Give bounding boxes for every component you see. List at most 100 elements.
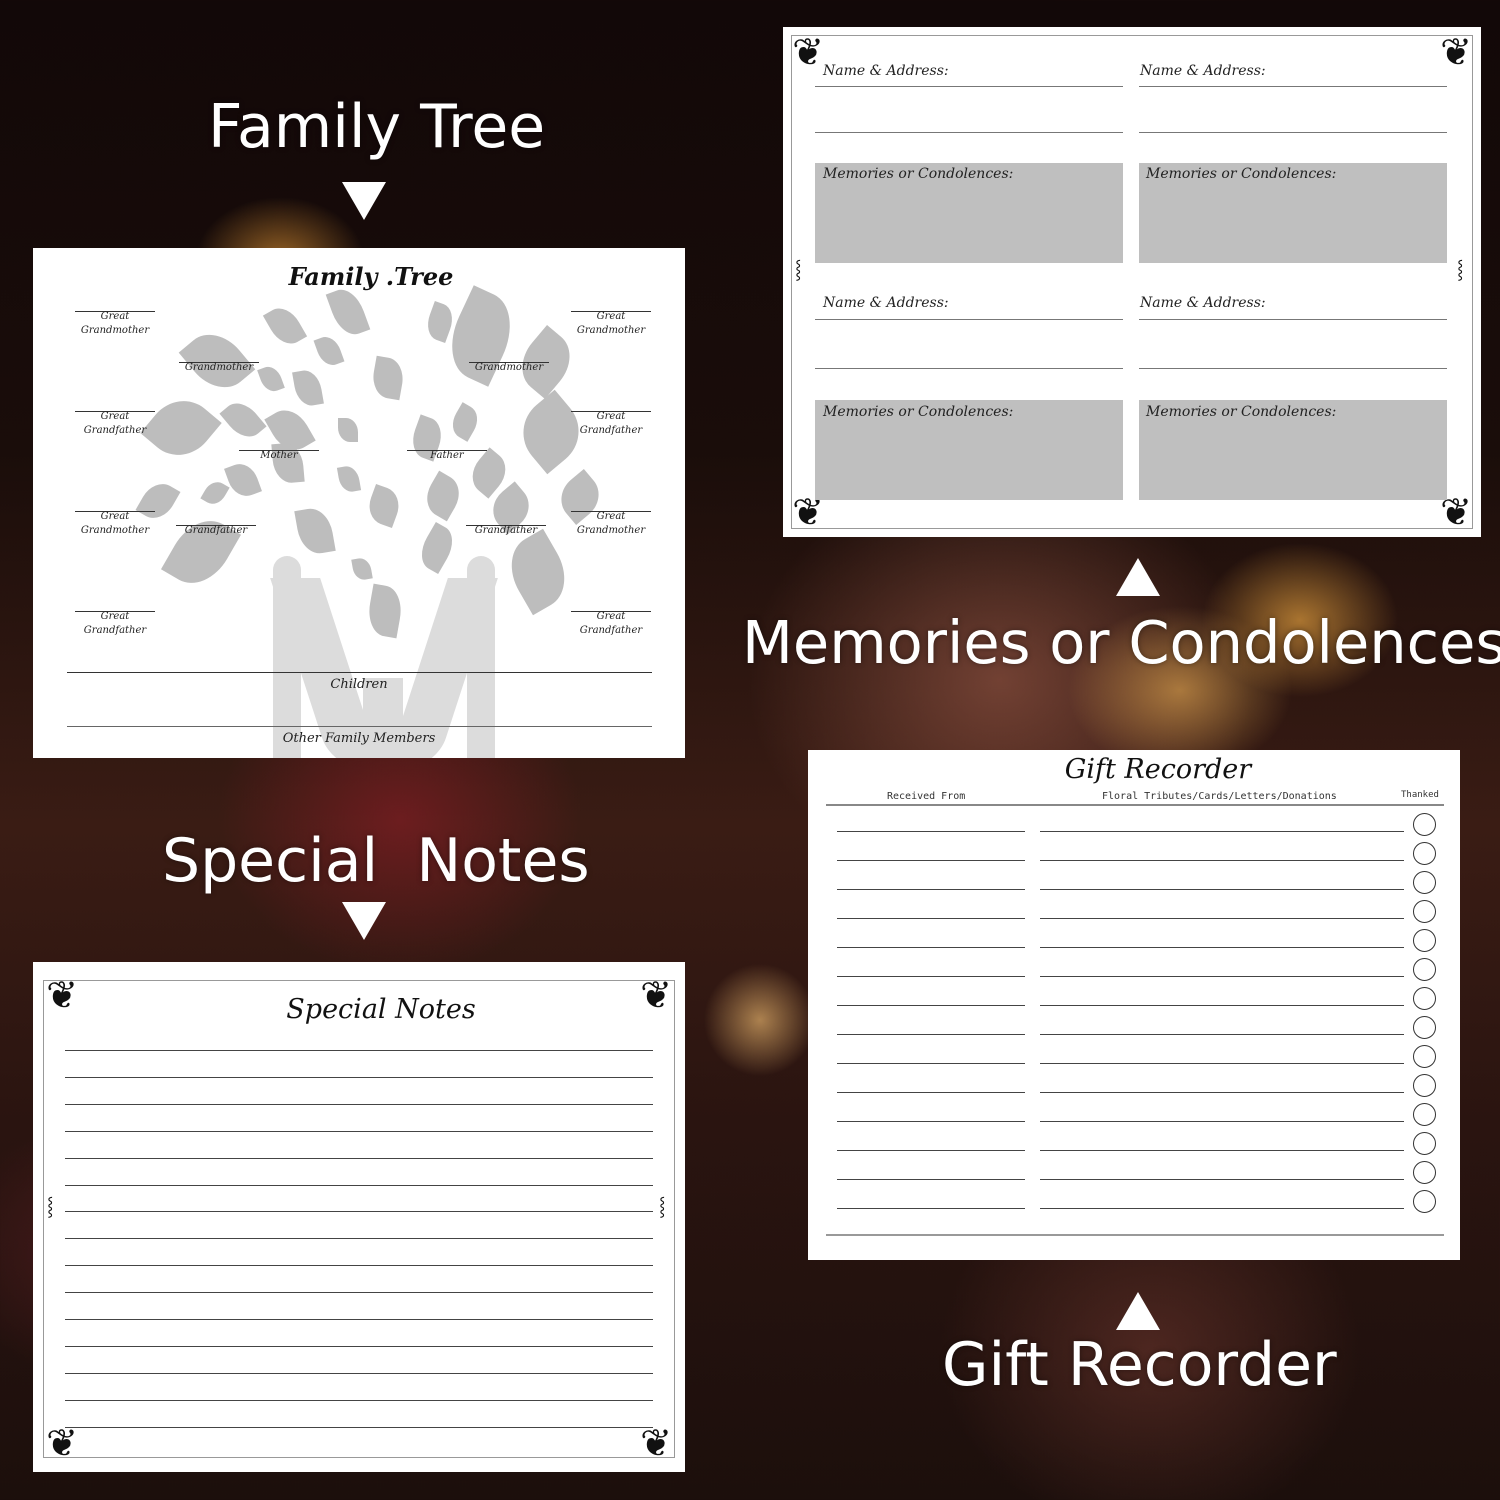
note-line[interactable] <box>65 1050 653 1051</box>
note-line[interactable] <box>65 1103 653 1105</box>
great-grandmother-label: Great Grandmother <box>75 510 155 538</box>
gift-description-field[interactable] <box>1040 1150 1404 1151</box>
thanked-checkbox[interactable] <box>1413 1161 1436 1184</box>
note-line[interactable] <box>65 1076 653 1078</box>
ornament-corner-icon: ❦ <box>46 1421 78 1465</box>
memories-label: Memories or Condolences: <box>823 404 1014 420</box>
received-from-field[interactable] <box>837 1150 1025 1151</box>
label-line-2: Grandfather <box>83 625 147 636</box>
note-line[interactable] <box>65 1184 653 1186</box>
thanked-checkbox[interactable] <box>1413 813 1436 836</box>
received-from-field[interactable] <box>837 976 1025 977</box>
received-from-field[interactable] <box>837 1208 1025 1209</box>
label-line-1: Great <box>596 411 626 422</box>
received-from-field[interactable] <box>837 860 1025 861</box>
thanked-checkbox[interactable] <box>1413 1190 1436 1213</box>
header-rule <box>826 804 1444 806</box>
children-label: Children <box>330 677 388 692</box>
note-line[interactable] <box>65 1130 653 1132</box>
received-from-field[interactable] <box>837 1092 1025 1093</box>
leaf-icon <box>363 483 405 529</box>
label-line-2: Grandmother <box>80 325 150 336</box>
leaf-icon <box>338 418 358 442</box>
gift-description-field[interactable] <box>1040 889 1404 890</box>
side-ornament-icon: ⸾ <box>47 1196 54 1217</box>
received-from-field[interactable] <box>837 1121 1025 1122</box>
memories-heading: Memories or Condolences <box>742 608 1500 677</box>
address-line <box>1139 368 1447 369</box>
label-line-1: Great <box>596 611 626 622</box>
thanked-checkbox[interactable] <box>1413 1045 1436 1068</box>
gift-description-field[interactable] <box>1040 831 1404 832</box>
gift-description-field[interactable] <box>1040 1005 1404 1006</box>
note-line[interactable] <box>65 1292 653 1294</box>
note-line[interactable] <box>65 1372 653 1374</box>
received-from-field[interactable] <box>837 831 1025 832</box>
arrow-up-icon <box>1116 558 1160 596</box>
thanked-checkbox[interactable] <box>1413 1132 1436 1155</box>
great-grandmother-label: Great Grandmother <box>571 510 651 538</box>
received-from-field[interactable] <box>837 1005 1025 1006</box>
received-from-field[interactable] <box>837 918 1025 919</box>
column-header-thanked: Thanked <box>1401 790 1439 800</box>
memories-label: Memories or Condolences: <box>1146 404 1337 420</box>
label-line-2: Grandmother <box>576 525 646 536</box>
received-from-field[interactable] <box>837 1034 1025 1035</box>
thanked-checkbox[interactable] <box>1413 871 1436 894</box>
gift-description-field[interactable] <box>1040 947 1404 948</box>
note-line[interactable] <box>65 1319 653 1320</box>
gift-description-field[interactable] <box>1040 1034 1404 1035</box>
note-line[interactable] <box>65 1211 653 1213</box>
thanked-checkbox[interactable] <box>1413 1103 1436 1126</box>
gift-description-field[interactable] <box>1040 1208 1404 1209</box>
gift-description-field[interactable] <box>1040 918 1404 919</box>
note-line[interactable] <box>65 1426 653 1428</box>
other-members-line <box>67 726 652 727</box>
leaf-icon <box>262 301 308 351</box>
note-line[interactable] <box>65 1399 653 1401</box>
gift-recorder-page: Gift Recorder Received From Floral Tribu… <box>808 750 1460 1260</box>
thanked-checkbox[interactable] <box>1413 1016 1436 1039</box>
label-line-1: Great <box>100 511 130 522</box>
gift-description-field[interactable] <box>1040 1179 1404 1180</box>
gift-description-field[interactable] <box>1040 1121 1404 1122</box>
great-grandfather-label: Great Grandfather <box>571 410 651 438</box>
thanked-checkbox[interactable] <box>1413 1074 1436 1097</box>
received-from-field[interactable] <box>837 947 1025 948</box>
label-line-1: Great <box>596 311 626 322</box>
received-from-field[interactable] <box>837 889 1025 890</box>
note-line[interactable] <box>65 1345 653 1347</box>
memories-page: ❦ ❦ ❦ ❦ ⸾ ⸾ Name & Address: Memories or … <box>783 27 1481 537</box>
note-line[interactable] <box>65 1238 653 1240</box>
family-tree-heading: Family Tree <box>208 92 546 162</box>
name-address-label: Name & Address: <box>823 295 949 311</box>
received-from-field[interactable] <box>837 1179 1025 1180</box>
grandfather-label: Grandfather <box>474 525 538 536</box>
thanked-checkbox[interactable] <box>1413 842 1436 865</box>
leaf-icon <box>292 368 324 408</box>
gift-description-field[interactable] <box>1040 1092 1404 1093</box>
label-line-2: Grandfather <box>579 425 643 436</box>
note-line[interactable] <box>65 1265 653 1267</box>
leaf-icon <box>325 284 371 340</box>
gift-description-field[interactable] <box>1040 976 1404 977</box>
leaf-icon <box>369 355 407 401</box>
thanked-checkbox[interactable] <box>1413 958 1436 981</box>
thanked-checkbox[interactable] <box>1413 987 1436 1010</box>
thanked-checkbox[interactable] <box>1413 929 1436 952</box>
received-from-field[interactable] <box>837 1063 1025 1064</box>
gift-description-field[interactable] <box>1040 860 1404 861</box>
grandfather-label: Grandfather <box>184 525 248 536</box>
leaf-icon <box>294 505 336 557</box>
ornament-corner-icon: ❦ <box>1440 30 1472 74</box>
thanked-checkbox[interactable] <box>1413 900 1436 923</box>
gift-description-field[interactable] <box>1040 1063 1404 1064</box>
note-line[interactable] <box>65 1157 653 1159</box>
column-header-floral-tributes: Floral Tributes/Cards/Letters/Donations <box>1102 791 1337 802</box>
family-tree-page: Family .Tree Great Grandmother Great Grand… <box>33 248 685 758</box>
grandmother-label: Grandmother <box>474 362 544 373</box>
side-ornament-icon: ⸾ <box>795 259 802 280</box>
leaf-icon <box>257 363 285 395</box>
name-address-label: Name & Address: <box>823 63 949 79</box>
leaf-icon <box>224 459 262 501</box>
